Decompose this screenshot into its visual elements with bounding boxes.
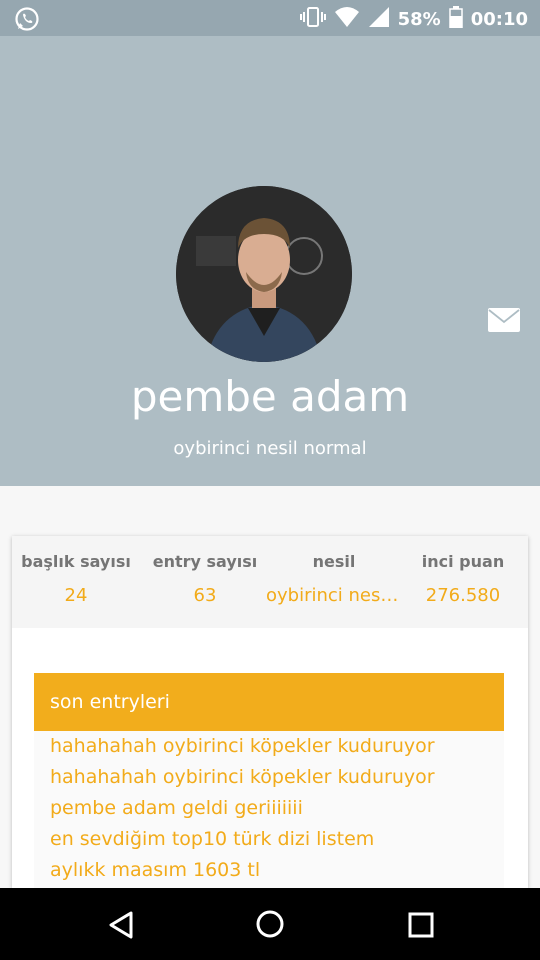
entry-link[interactable]: hahahahah oybirinci köpekler kuduruyor <box>34 762 504 793</box>
stat-label: entry sayısı <box>152 552 258 571</box>
stat-value: oybirinci nesi... <box>266 585 402 606</box>
profile-generation: oybirinci nesil normal <box>173 438 367 459</box>
stat-label: nesil <box>312 552 356 571</box>
profile-card: başlık sayısı 24 entry sayısı 63 nesil o… <box>12 536 528 888</box>
stat-value: 63 <box>193 585 217 606</box>
profile-name: pembe adam <box>130 372 410 421</box>
wifi-icon <box>334 6 360 33</box>
profile-header: pembe adam oybirinci nesil normal <box>0 36 540 486</box>
back-icon[interactable] <box>108 911 134 943</box>
stat-karma: inci puan 276.580 <box>404 552 522 606</box>
avatar[interactable] <box>176 186 352 362</box>
stat-entry-count: entry sayısı 63 <box>144 552 266 606</box>
entry-link[interactable]: hahahahah oybirinci köpekler kuduruyor <box>34 731 504 762</box>
stat-value: 24 <box>64 585 88 606</box>
home-icon[interactable] <box>256 910 284 942</box>
battery-icon <box>448 6 463 33</box>
battery-label: 58% <box>397 9 441 30</box>
stat-label: inci puan <box>421 552 505 571</box>
entry-link[interactable]: en sevdiğim top10 türk dizi listem <box>34 824 504 855</box>
stat-topic-count: başlık sayısı 24 <box>16 552 136 606</box>
recent-entries-header: son entryleri <box>34 673 504 731</box>
vibrate-icon <box>299 6 326 33</box>
stats-row: başlık sayısı 24 entry sayısı 63 nesil o… <box>12 536 528 628</box>
navigation-bar <box>0 888 540 960</box>
entry-link[interactable]: aylıkk maasım 1603 tl <box>34 855 504 886</box>
stat-value: 276.580 <box>425 585 501 606</box>
stat-generation: nesil oybirinci nesi... <box>266 552 402 606</box>
mail-icon[interactable] <box>488 308 520 332</box>
entry-link[interactable]: pembe adam geldi geriiiiiii <box>34 793 504 824</box>
recents-icon[interactable] <box>408 912 434 942</box>
clock: 00:10 <box>470 9 528 30</box>
signal-icon <box>368 6 390 33</box>
stat-label: başlık sayısı <box>21 552 131 571</box>
recent-entries-list: hahahahah oybirinci köpekler kuduruyor h… <box>34 731 504 888</box>
status-bar: 58% 00:10 <box>0 0 540 36</box>
whatsapp-icon <box>14 6 40 36</box>
